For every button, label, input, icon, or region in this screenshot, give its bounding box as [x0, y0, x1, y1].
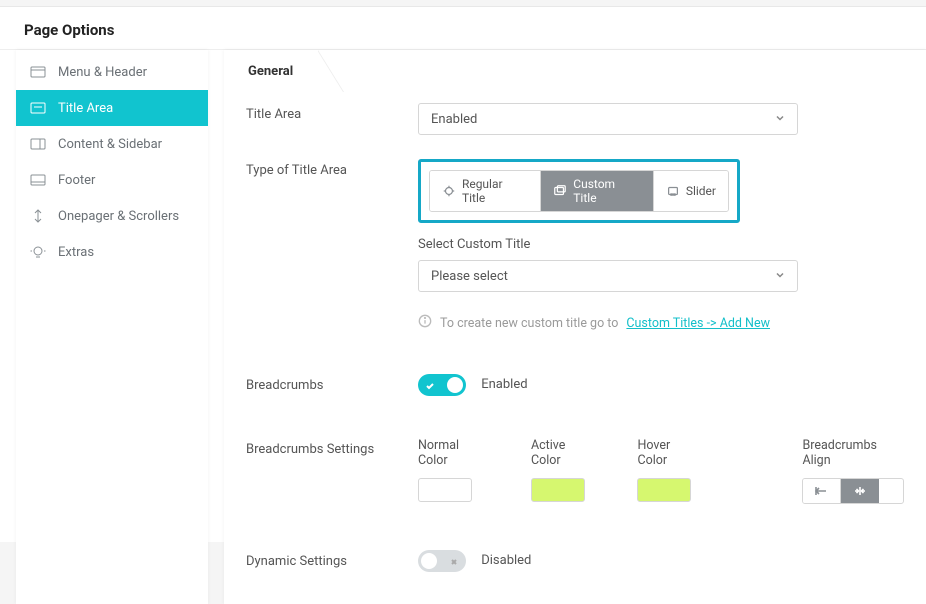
align-left-button[interactable]: [803, 479, 841, 503]
hover-color-swatch[interactable]: [637, 478, 691, 502]
align-center-button[interactable]: [841, 479, 879, 503]
columns-icon: [30, 136, 46, 152]
footer-icon: [30, 172, 46, 188]
sidebar-item-label: Menu & Header: [58, 65, 147, 80]
breadcrumbs-label: Breadcrumbs: [246, 374, 418, 393]
sidebar: Menu & Header Title Area Content & Sideb…: [16, 50, 208, 604]
dynamic-state: Disabled: [481, 553, 531, 568]
title-area-label: Title Area: [246, 103, 418, 122]
hover-color-label: Hover Color: [637, 438, 700, 468]
normal-color-swatch[interactable]: [418, 478, 472, 502]
chevron-down-icon: [775, 112, 785, 127]
custom-titles-link[interactable]: Custom Titles -> Add New: [626, 316, 770, 331]
type-segmented: Regular Title Custom Title Slider: [429, 170, 729, 212]
breadcrumbs-align-group: [802, 478, 904, 504]
sidebar-item-onepager[interactable]: Onepager & Scrollers: [16, 198, 208, 234]
layout-icon: [30, 64, 46, 80]
main-panel: General Title Area Enabled Type of Title…: [224, 50, 926, 604]
page-title: Page Options: [0, 7, 926, 49]
dynamic-toggle[interactable]: [418, 550, 466, 572]
select-custom-title-label: Select Custom Title: [418, 237, 904, 252]
scroll-icon: [30, 208, 46, 224]
sidebar-item-footer[interactable]: Footer: [16, 162, 208, 198]
type-title-area-label: Type of Title Area: [246, 159, 418, 178]
active-color-label: Active Color: [531, 438, 596, 468]
breadcrumbs-settings-label: Breadcrumbs Settings: [246, 438, 418, 457]
lightbulb-icon: [30, 244, 46, 260]
title-area-value: Enabled: [431, 112, 477, 127]
sidebar-item-title-area[interactable]: Title Area: [16, 90, 208, 126]
breadcrumbs-toggle[interactable]: [418, 374, 466, 396]
active-color-swatch[interactable]: [531, 478, 585, 502]
seg-label: Regular Title: [462, 177, 528, 205]
type-highlight: Regular Title Custom Title Slider: [418, 159, 740, 223]
custom-title-select[interactable]: Please select: [418, 260, 798, 292]
sidebar-item-label: Content & Sidebar: [58, 137, 162, 152]
seg-label: Slider: [686, 184, 716, 198]
chevron-down-icon: [775, 269, 785, 284]
sidebar-item-content-sidebar[interactable]: Content & Sidebar: [16, 126, 208, 162]
sidebar-item-label: Footer: [58, 173, 95, 188]
title-icon: [30, 100, 46, 116]
breadcrumbs-align-label: Breadcrumbs Align: [802, 438, 904, 468]
sidebar-item-menu-header[interactable]: Menu & Header: [16, 54, 208, 90]
dynamic-settings-label: Dynamic Settings: [246, 550, 418, 569]
sidebar-item-label: Title Area: [58, 101, 113, 116]
breadcrumbs-state: Enabled: [481, 377, 527, 392]
sidebar-item-extras[interactable]: Extras: [16, 234, 208, 270]
info-icon: [418, 314, 432, 332]
sidebar-item-label: Onepager & Scrollers: [58, 209, 179, 224]
hint-text: To create new custom title go to: [440, 316, 618, 331]
tab-general[interactable]: General: [224, 50, 317, 91]
custom-title-value: Please select: [431, 269, 508, 284]
title-area-select[interactable]: Enabled: [418, 103, 798, 135]
seg-custom-title[interactable]: Custom Title: [541, 171, 654, 211]
seg-regular-title[interactable]: Regular Title: [430, 171, 541, 211]
seg-label: Custom Title: [573, 177, 641, 205]
sidebar-item-label: Extras: [58, 245, 94, 260]
normal-color-label: Normal Color: [418, 438, 489, 468]
seg-slider[interactable]: Slider: [654, 171, 728, 211]
